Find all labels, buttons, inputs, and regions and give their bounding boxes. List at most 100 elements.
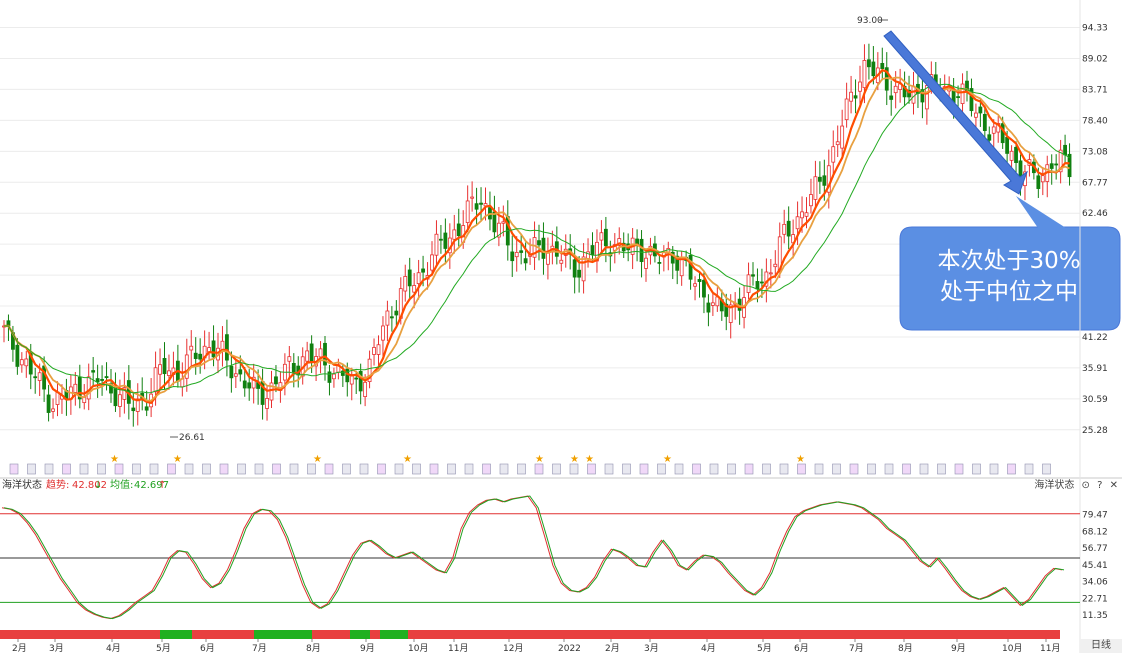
time-tick: 8月 [898,643,913,653]
candle [987,134,992,141]
candle [193,352,198,359]
signal-marker [27,463,36,475]
time-tick: 2022 [558,644,581,653]
candle [991,126,996,134]
timeframe-button[interactable]: 日线 [1080,639,1122,653]
indicator-tick: 79.47 [1082,511,1108,521]
close-icon[interactable]: ✕ [1110,478,1118,494]
candle [242,380,247,389]
candle [73,383,78,393]
indicator-line-2 [3,495,1065,620]
candle [760,281,764,284]
candle [291,362,296,373]
candle [809,194,813,207]
candle [893,85,898,94]
candle [867,59,871,68]
candle [835,141,840,146]
signal-marker [762,463,771,475]
candle [782,223,787,235]
signal-marker [604,463,614,475]
candle [265,398,269,409]
candle [225,334,229,361]
signal-marker [1007,463,1016,475]
indicator-tick: 68.12 [1082,527,1108,537]
candle [19,359,24,366]
candle [786,220,791,237]
time-tick: 7月 [849,643,864,653]
signal-marker [849,463,859,475]
signal-marker [342,463,351,475]
signal-marker [534,463,544,475]
signal-marker [9,463,19,475]
candle [274,376,278,385]
time-tick: 11月 [448,643,468,653]
signal-marker [692,463,701,475]
status-segment [254,630,312,639]
stock-chart[interactable]: 94.3389.0283.7178.4073.0867.7762.4657.15… [0,0,1122,653]
help-icon[interactable]: ? [1097,478,1102,494]
candle [639,238,644,263]
candle [572,259,577,278]
candle [974,112,978,118]
price-tick: 67.77 [1082,178,1108,188]
candle [1049,163,1054,169]
candle [144,406,149,411]
signal-marker [324,463,334,475]
signal-marker [867,463,876,475]
signal-marker [797,463,806,475]
candle [198,353,203,360]
signal-marker [989,463,999,475]
price-tick: 78.40 [1082,116,1108,126]
candle [113,386,118,407]
candle [167,370,171,376]
candle [104,376,109,378]
candle [831,146,836,163]
signal-marker [1042,463,1051,475]
indicator-tick: 45.41 [1082,561,1108,571]
indicator-name: 海洋状态 [2,480,42,491]
candle [804,212,809,217]
signal-marker [622,463,631,475]
indicator-tick: 56.77 [1082,544,1108,554]
star-icon: ★ [585,454,594,465]
settings-icon[interactable]: ⊙ [1082,478,1090,494]
candle [1009,150,1014,161]
candle [443,232,448,249]
candle [1000,123,1005,144]
candle [247,382,252,389]
signal-marker [44,463,54,475]
signal-marker [307,463,316,475]
candle [403,276,408,292]
candle [559,259,564,264]
status-segment [160,630,192,639]
candle [960,83,965,104]
status-segment [0,630,1060,639]
signal-marker [709,463,719,475]
signal-marker [359,463,369,475]
candle [189,345,194,351]
signal-marker [569,463,579,475]
candle [978,106,983,114]
signal-marker [552,463,561,475]
candle [603,228,608,247]
candle [394,310,399,316]
candle [755,281,760,290]
candle [590,245,595,255]
candle [858,81,862,92]
candle [51,408,55,412]
signal-marker [429,463,439,475]
candle [546,252,550,265]
signal-marker [954,463,964,475]
candle [519,250,524,253]
signal-marker [744,463,754,475]
candle [1063,144,1067,156]
candle [813,176,818,200]
time-tick: 2月 [12,643,27,653]
candle [773,263,778,268]
time-tick: 8月 [306,643,321,653]
price-tick: 94.33 [1082,24,1108,34]
signal-marker [62,463,71,475]
price-tick: 25.28 [1082,426,1108,436]
candle [501,221,506,224]
signal-marker [972,463,981,475]
